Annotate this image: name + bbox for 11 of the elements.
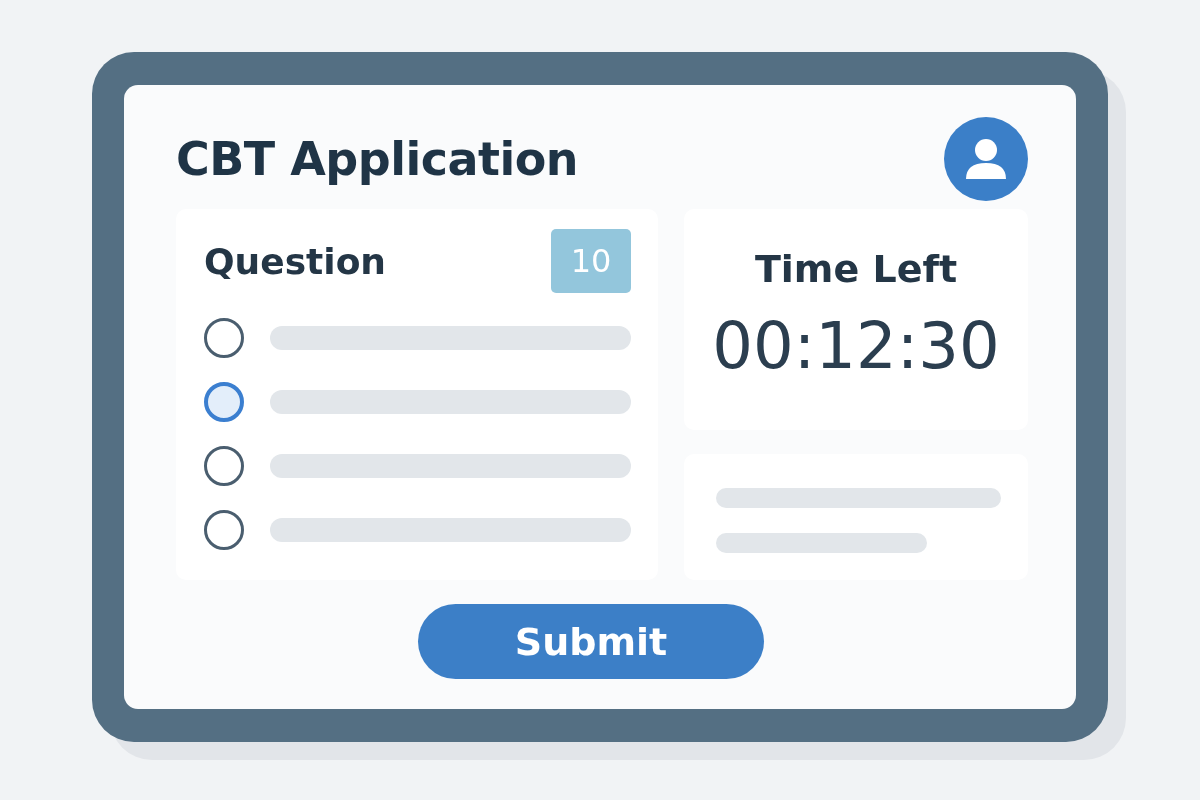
radio-button[interactable] bbox=[204, 318, 244, 358]
radio-button[interactable] bbox=[204, 510, 244, 550]
app-title: CBT Application bbox=[176, 132, 579, 186]
timer-label: Time Left bbox=[754, 247, 958, 291]
question-label: Question bbox=[204, 240, 386, 282]
submit-button[interactable]: Submit bbox=[418, 604, 764, 679]
radio-button[interactable] bbox=[204, 446, 244, 486]
radio-button[interactable] bbox=[204, 382, 244, 422]
timer-value: 00:12:30 bbox=[712, 309, 1000, 383]
question-number: 10 bbox=[551, 229, 631, 293]
user-avatar-icon[interactable] bbox=[944, 117, 1028, 201]
